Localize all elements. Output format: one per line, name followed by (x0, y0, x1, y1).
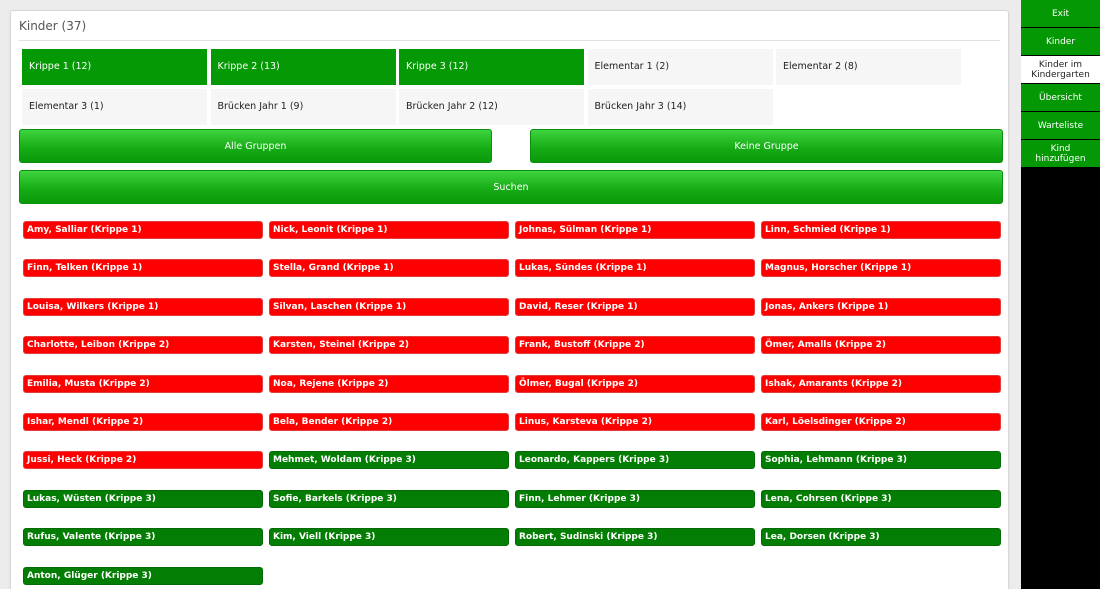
add-child-label-2: hinzufügen (1035, 153, 1086, 164)
group-tab[interactable]: Krippe 2 (13) (210, 49, 396, 85)
child-button[interactable]: Silvan, Laschen (Krippe 1) (269, 297, 509, 316)
child-button[interactable]: Noa, Rejene (Krippe 2) (269, 374, 509, 393)
child-button[interactable]: Rufus, Valente (Krippe 3) (23, 528, 263, 547)
group-tab[interactable]: Brücken Jahr 2 (12) (399, 89, 584, 125)
nav-overview-label: Übersicht (1039, 92, 1082, 103)
child-button[interactable]: Magnus, Horscher (Krippe 1) (761, 259, 1001, 278)
sidebar: Exit Kinder Kinder im Kindergarten Übersi… (1021, 0, 1100, 589)
group-tab[interactable]: Krippe 1 (12) (22, 49, 207, 85)
search-button[interactable]: Suchen (19, 170, 1003, 204)
add-child-label-1: Kind (1050, 143, 1071, 154)
child-button[interactable]: Emilia, Musta (Krippe 2) (23, 374, 263, 393)
child-button[interactable]: Charlotte, Leibon (Krippe 2) (23, 336, 263, 355)
nav-children[interactable]: Kinder (1021, 28, 1100, 55)
group-tab[interactable]: Elementar 1 (2) (587, 49, 773, 85)
child-button[interactable]: Lea, Dorsen (Krippe 3) (761, 528, 1001, 547)
child-button[interactable]: Louisa, Wilkers (Krippe 1) (23, 297, 263, 316)
child-button[interactable]: Sophia, Lehmann (Krippe 3) (761, 451, 1001, 470)
exit-label: Exit (1051, 8, 1070, 19)
nav-children-in-kindergarten[interactable]: Kinder im Kindergarten (1021, 56, 1100, 83)
nav-overview[interactable]: Übersicht (1021, 84, 1100, 111)
group-tab[interactable]: Brücken Jahr 3 (14) (587, 89, 773, 125)
child-button[interactable]: Frank, Bustoff (Krippe 2) (515, 336, 755, 355)
nav-in-kindergarten-label-2: Kindergarten (1031, 69, 1090, 80)
group-tab[interactable]: Brücken Jahr 1 (9) (210, 89, 396, 125)
panel-title: Kinder (37) (19, 19, 87, 33)
child-button[interactable]: Nick, Leonit (Krippe 1) (269, 221, 509, 239)
nav-children-label: Kinder (1045, 36, 1076, 47)
children-panel: Kinder (37) Krippe 1 (12) Krippe 2 (13) Kr… (10, 10, 1009, 589)
group-tab[interactable]: Elementar 2 (8) (776, 49, 961, 85)
child-button[interactable]: Johnas, Sülman (Krippe 1) (515, 221, 755, 239)
child-button[interactable]: Linn, Schmied (Krippe 1) (761, 221, 1001, 239)
child-button[interactable]: Stella, Grand (Krippe 1) (269, 259, 509, 278)
child-button[interactable]: Karl, Löelsdinger (Krippe 2) (761, 413, 1001, 431)
nav-waitlist-label: Warteliste (1037, 120, 1084, 131)
child-button[interactable]: Amy, Salliar (Krippe 1) (23, 221, 263, 239)
child-button[interactable]: Ömer, Amalls (Krippe 2) (761, 336, 1001, 355)
group-tab[interactable]: Elementar 3 (1) (22, 89, 207, 125)
child-button[interactable]: Leonardo, Kappers (Krippe 3) (515, 451, 755, 470)
child-button[interactable]: Finn, Telken (Krippe 1) (23, 259, 263, 278)
child-button[interactable]: Kim, Viell (Krippe 3) (269, 528, 509, 547)
child-button[interactable]: Lukas, Sündes (Krippe 1) (515, 259, 755, 278)
child-button[interactable]: Ishar, Mendl (Krippe 2) (23, 413, 263, 431)
nav-in-kindergarten-label-1: Kinder im (1038, 59, 1083, 70)
child-button[interactable]: Ölmer, Bugal (Krippe 2) (515, 374, 755, 393)
title-divider (19, 40, 1000, 41)
child-button[interactable]: Bela, Bender (Krippe 2) (269, 413, 509, 431)
child-button[interactable]: Jonas, Ankers (Krippe 1) (761, 297, 1001, 316)
child-button[interactable]: Anton, Glüger (Krippe 3) (23, 566, 263, 585)
child-button[interactable]: Lena, Cohrsen (Krippe 3) (761, 489, 1001, 508)
no-group-button[interactable]: Keine Gruppe (530, 129, 1003, 163)
child-button[interactable]: Jussi, Heck (Krippe 2) (23, 451, 263, 470)
exit-button[interactable]: Exit (1021, 0, 1100, 27)
child-button[interactable]: Ishak, Amarants (Krippe 2) (761, 374, 1001, 393)
group-tab[interactable]: Krippe 3 (12) (399, 49, 584, 85)
child-button[interactable]: Sofie, Barkels (Krippe 3) (269, 489, 509, 508)
child-button[interactable]: David, Reser (Krippe 1) (515, 297, 755, 316)
child-button[interactable]: Finn, Lehmer (Krippe 3) (515, 489, 755, 508)
child-button[interactable]: Linus, Karsteva (Krippe 2) (515, 413, 755, 431)
child-button[interactable]: Lukas, Wüsten (Krippe 3) (23, 489, 263, 508)
child-button[interactable]: Mehmet, Woldam (Krippe 3) (269, 451, 509, 470)
child-button[interactable]: Robert, Sudinski (Krippe 3) (515, 528, 755, 547)
nav-waitlist[interactable]: Warteliste (1021, 112, 1100, 139)
child-button[interactable]: Karsten, Steinel (Krippe 2) (269, 336, 509, 355)
all-groups-button[interactable]: Alle Gruppen (19, 129, 492, 163)
add-child-button[interactable]: Kind hinzufügen (1021, 140, 1100, 167)
